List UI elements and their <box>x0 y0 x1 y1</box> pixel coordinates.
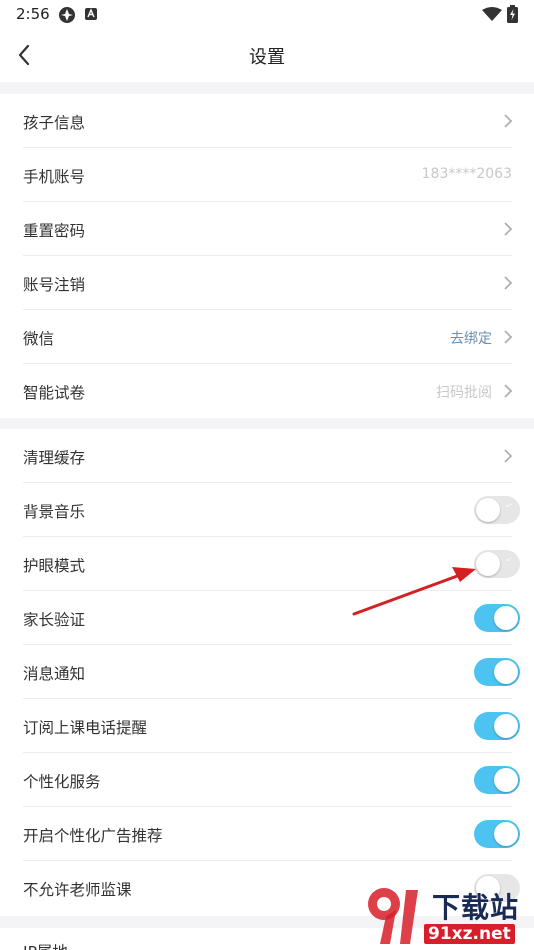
status-bar: 2:56 <box>0 0 534 28</box>
toggle-knob <box>476 552 500 576</box>
watermark-logo: 下载站 91xz.net <box>360 882 534 950</box>
toggle-knob <box>494 768 518 792</box>
battery-charging-icon <box>507 5 518 23</box>
section-gap <box>0 82 534 94</box>
settings-row-cancel-account[interactable]: 账号注销 <box>0 256 534 310</box>
eye-protection-toggle[interactable] <box>474 550 520 578</box>
chevron-right-icon <box>504 449 513 463</box>
settings-row-background-music: 背景音乐 <box>0 483 534 537</box>
watermark-brand-text: 下载站 <box>432 891 520 924</box>
row-label: 消息通知 <box>23 665 86 683</box>
settings-row-smart-exam[interactable]: 智能试卷 扫码批阅 <box>0 364 534 418</box>
settings-row-eye-protection: 护眼模式 <box>0 537 534 591</box>
scan-review-value: 扫码批阅 <box>436 385 492 401</box>
app-notification-icon <box>59 7 75 23</box>
background-music-toggle[interactable] <box>474 496 520 524</box>
settings-row-parent-verification: 家长验证 <box>0 591 534 645</box>
row-label: 护眼模式 <box>23 557 86 575</box>
personalized-ads-toggle[interactable] <box>474 820 520 848</box>
row-label: 孩子信息 <box>23 114 86 132</box>
wechat-bind-value[interactable]: 去绑定 <box>450 328 492 348</box>
row-label: 微信 <box>23 330 55 348</box>
toggle-knob <box>476 498 500 522</box>
personalized-service-toggle[interactable] <box>474 766 520 794</box>
row-label: 清理缓存 <box>23 449 86 467</box>
toggle-dots-icon <box>506 503 512 507</box>
toggle-knob <box>494 606 518 630</box>
settings-row-phone-account[interactable]: 手机账号 183****2063 <box>0 148 534 202</box>
row-label: 背景音乐 <box>23 503 86 521</box>
toggle-knob <box>494 660 518 684</box>
watermark-91-icon <box>368 888 418 944</box>
toggle-knob <box>494 822 518 846</box>
watermark-site-text: 91xz.net <box>424 924 515 944</box>
toggle-dots-icon <box>506 557 512 561</box>
chevron-right-icon <box>504 384 513 398</box>
settings-row-wechat[interactable]: 微信 去绑定 <box>0 310 534 364</box>
settings-row-personalized-service: 个性化服务 <box>0 753 534 807</box>
status-time: 2:56 <box>16 5 50 23</box>
wifi-icon <box>482 7 502 21</box>
settings-row-class-call-reminder: 订阅上课电话提醒 <box>0 699 534 753</box>
settings-row-clear-cache[interactable]: 清理缓存 <box>0 429 534 483</box>
keyboard-notification-icon <box>85 8 97 20</box>
row-label: 不允许老师监课 <box>23 881 132 899</box>
settings-row-child-info[interactable]: 孩子信息 <box>0 94 534 148</box>
row-label: 家长验证 <box>23 611 86 629</box>
chevron-right-icon <box>504 114 513 128</box>
settings-row-personalized-ads: 开启个性化广告推荐 <box>0 807 534 861</box>
message-notification-toggle[interactable] <box>474 658 520 686</box>
row-label: 智能试卷 <box>23 384 86 402</box>
row-label: 开启个性化广告推荐 <box>23 827 163 845</box>
row-label: 账号注销 <box>23 276 86 294</box>
nav-bar: 设置 <box>0 28 534 82</box>
toggle-knob <box>494 714 518 738</box>
row-label: 手机账号 <box>23 168 86 186</box>
row-label: 订阅上课电话提醒 <box>23 719 148 737</box>
settings-row-message-notification: 消息通知 <box>0 645 534 699</box>
chevron-right-icon <box>504 276 513 290</box>
page-title: 设置 <box>249 47 285 68</box>
parent-verification-toggle[interactable] <box>474 604 520 632</box>
chevron-right-icon <box>504 330 513 344</box>
phone-number-value: 183****2063 <box>421 166 512 182</box>
settings-row-reset-password[interactable]: 重置密码 <box>0 202 534 256</box>
chevron-right-icon <box>504 222 513 236</box>
section-gap <box>0 418 534 429</box>
row-label: IP属地 <box>23 940 68 950</box>
class-call-reminder-toggle[interactable] <box>474 712 520 740</box>
row-label: 重置密码 <box>23 222 86 240</box>
row-label: 个性化服务 <box>23 773 101 791</box>
